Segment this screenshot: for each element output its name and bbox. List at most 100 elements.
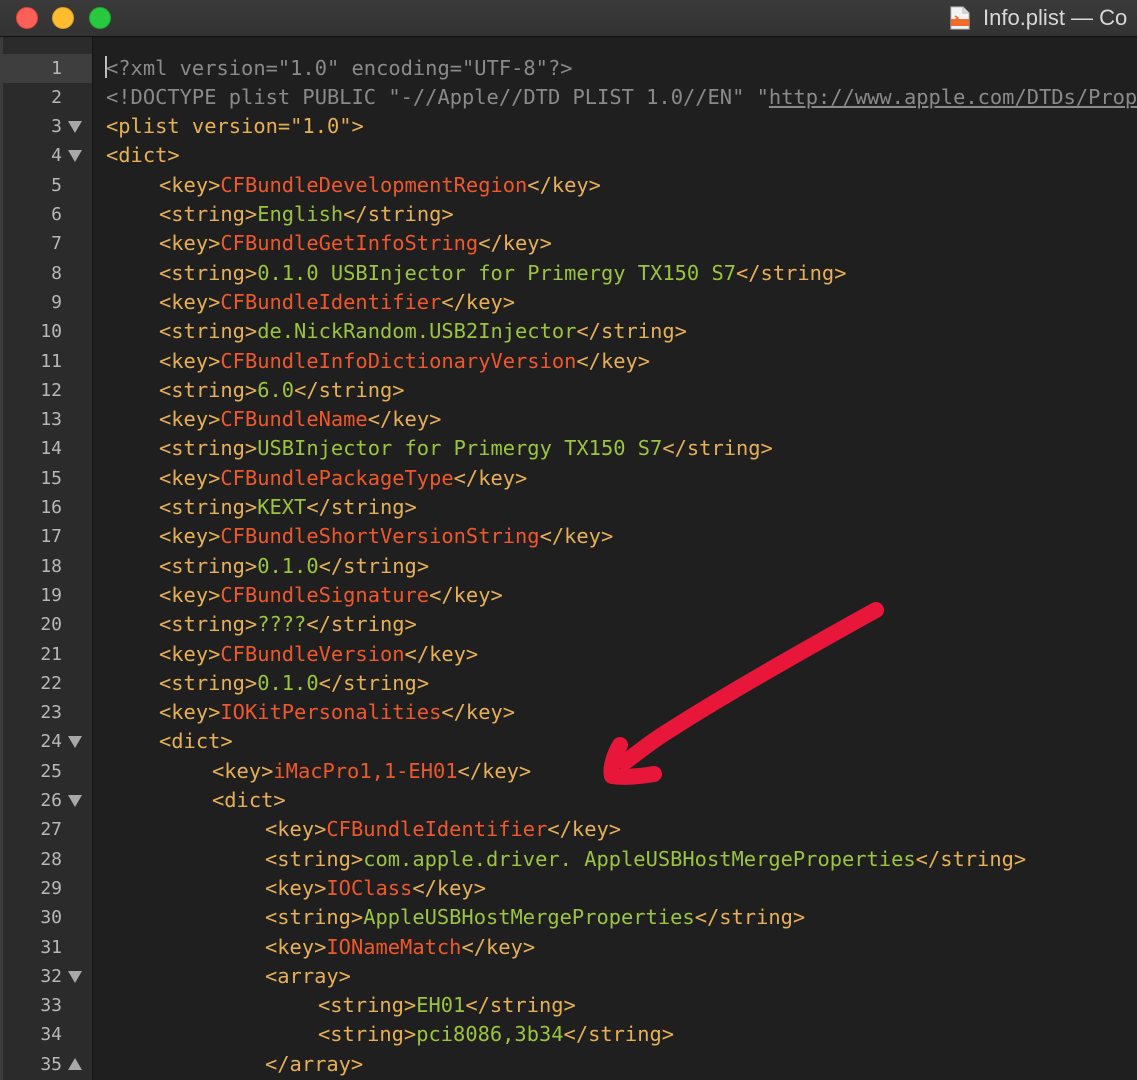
fold-toggle-icon[interactable]	[68, 970, 82, 983]
line-number: 6	[51, 204, 62, 225]
token-tag: <string>	[159, 202, 258, 226]
token-tag: </key>	[367, 407, 442, 432]
gutter-line-21: 21	[0, 640, 92, 669]
code-line-27[interactable]: <key>CFBundleIdentifier</key>	[265, 815, 1137, 844]
token-key: CFBundleName	[220, 407, 368, 432]
code-line-12[interactable]: <string>6.0</string>	[159, 376, 1137, 405]
code-line-11[interactable]: <key>CFBundleInfoDictionaryVersion</key>	[159, 347, 1137, 376]
gutter-line-10: 10	[0, 317, 92, 346]
code-line-2[interactable]: <!DOCTYPE plist PUBLIC "-//Apple//DTD PL…	[106, 83, 1137, 112]
code-line-30[interactable]: <string>AppleUSBHostMergeProperties</str…	[265, 903, 1137, 932]
token-tag: <dict>	[106, 143, 180, 168]
token-tag: <string>	[159, 612, 258, 637]
gutter-line-24: 24	[0, 727, 92, 756]
token-tag: </string>	[343, 202, 454, 226]
token-tag: </string>	[318, 670, 430, 695]
token-tag: <string>	[265, 846, 364, 871]
fold-toggle-icon[interactable]	[68, 736, 82, 749]
code-line-35[interactable]: </array>	[265, 1050, 1137, 1079]
code-line-16[interactable]: <string>KEXT</string>	[159, 493, 1137, 522]
code-line-3[interactable]: <plist version="1.0">	[106, 112, 1137, 141]
code-line-1[interactable]: <?xml version="1.0" encoding="UTF-8"?>	[106, 54, 1137, 83]
code-line-29[interactable]: <key>IOClass</key>	[265, 874, 1137, 903]
gutter-line-19: 19	[0, 581, 92, 610]
line-number: 14	[40, 438, 62, 460]
line-number: 10	[40, 321, 62, 343]
code-line-34[interactable]: <string>pci8086,3b34</string>	[318, 1020, 1137, 1049]
token-str: com.apple.driver. AppleUSBHostMergePrope…	[363, 846, 916, 871]
code-line-6[interactable]: <string>English</string>	[159, 200, 1137, 229]
token-tag: <key>	[159, 289, 221, 314]
gutter-line-5: 5	[0, 171, 92, 200]
line-number: 33	[40, 995, 62, 1017]
token-tag: <key>	[265, 817, 327, 842]
window-titlebar: Info.plist — Co	[0, 0, 1137, 37]
code-line-31[interactable]: <key>IONameMatch</key>	[265, 933, 1137, 962]
token-tag: <string>	[159, 319, 258, 344]
line-number: 17	[40, 526, 62, 548]
token-decl: <?xml version="1.0" encoding="UTF-8"?>	[106, 55, 573, 80]
code-line-28[interactable]: <string>com.apple.driver. AppleUSBHostMe…	[265, 845, 1137, 874]
line-number: 35	[40, 1053, 62, 1075]
fold-toggle-icon[interactable]	[68, 795, 82, 807]
token-str: AppleUSBHostMergeProperties	[363, 905, 695, 930]
code-line-14[interactable]: <string>USBInjector for Primergy TX150 S…	[159, 434, 1137, 463]
token-tag: </key>	[478, 231, 552, 256]
unfold-end-icon[interactable]	[68, 1057, 82, 1070]
code-line-4[interactable]: <dict>	[106, 141, 1137, 170]
code-line-5[interactable]: <key>CFBundleDevelopmentRegion</key>	[159, 171, 1137, 200]
line-number: 12	[40, 379, 62, 401]
gutter-line-26: 26	[0, 786, 92, 815]
token-tag: </key>	[441, 700, 516, 725]
token-tag: <key>	[159, 582, 221, 607]
gutter-line-29: 29	[0, 874, 92, 903]
token-str: ????	[257, 612, 307, 637]
line-number: 5	[51, 174, 62, 196]
token-key: CFBundleDevelopmentRegion	[220, 172, 528, 197]
code-line-15[interactable]: <key>CFBundlePackageType</key>	[159, 464, 1137, 493]
code-line-33[interactable]: <string>EH01</string>	[318, 991, 1137, 1020]
token-tag: </key>	[429, 582, 503, 607]
gutter-line-7: 7	[0, 229, 92, 258]
token-url[interactable]: http://www.apple.com/DTDs/PropertyList-1…	[769, 85, 1137, 109]
gutter-line-3: 3	[0, 112, 92, 141]
token-decl: <!DOCTYPE plist PUBLIC "-//Apple//DTD PL…	[106, 84, 769, 109]
gutter-line-6: 6	[0, 200, 92, 229]
token-tag: <string>	[159, 377, 258, 402]
line-number: 28	[40, 848, 62, 870]
token-tag: <string>	[318, 1022, 417, 1047]
code-editor[interactable]: 1 2 3 4 5 6 7 8 9 10 11 12 13 14 15 16 17 18 19 20 21 22 23 24 2…	[0, 37, 1137, 1080]
fold-toggle-icon[interactable]	[68, 121, 82, 134]
line-number: 9	[51, 291, 62, 313]
gutter-line-34: 34	[0, 1020, 92, 1049]
token-key: CFBundleVersion	[220, 641, 405, 666]
code-line-32[interactable]: <array>	[265, 962, 1137, 991]
code-line-9[interactable]: <key>CFBundleIdentifier</key>	[159, 288, 1137, 317]
close-window-button[interactable]	[16, 7, 38, 29]
fold-toggle-icon[interactable]	[68, 150, 82, 163]
token-tag: <string>	[265, 905, 364, 930]
token-key: CFBundleGetInfoString	[220, 231, 479, 256]
code-area[interactable]: <?xml version="1.0" encoding="UTF-8"?> <!…	[106, 37, 1137, 1080]
code-line-18[interactable]: <string>0.1.0</string>	[159, 552, 1137, 581]
line-number-gutter: 1 2 3 4 5 6 7 8 9 10 11 12 13 14 15 16 17 18 19 20 21 22 23 24 2…	[0, 37, 93, 1080]
line-number: 15	[40, 467, 62, 489]
gutter-line-12: 12	[0, 376, 92, 405]
code-line-7[interactable]: <key>CFBundleGetInfoString</key>	[159, 229, 1137, 258]
token-tag: <key>	[159, 231, 221, 256]
token-tag: </string>	[294, 377, 405, 402]
code-line-17[interactable]: <key>CFBundleShortVersionString</key>	[159, 522, 1137, 551]
zoom-window-button[interactable]	[89, 7, 111, 29]
code-line-8[interactable]: <string>0.1.0 USBInjector for Primergy T…	[159, 259, 1137, 288]
token-str: 6.0	[257, 377, 295, 402]
minimize-window-button[interactable]	[52, 7, 74, 29]
token-str: EH01	[416, 993, 466, 1018]
code-line-10[interactable]: <string>de.NickRandom.USB2Injector</stri…	[159, 317, 1137, 346]
gutter-line-31: 31	[0, 933, 92, 962]
gutter-line-35: 35	[0, 1050, 92, 1079]
token-tag: <key>	[159, 641, 221, 666]
line-number: 19	[40, 584, 62, 606]
code-line-13[interactable]: <key>CFBundleName</key>	[159, 405, 1137, 434]
gutter-line-25: 25	[0, 757, 92, 786]
line-number: 8	[51, 262, 62, 284]
